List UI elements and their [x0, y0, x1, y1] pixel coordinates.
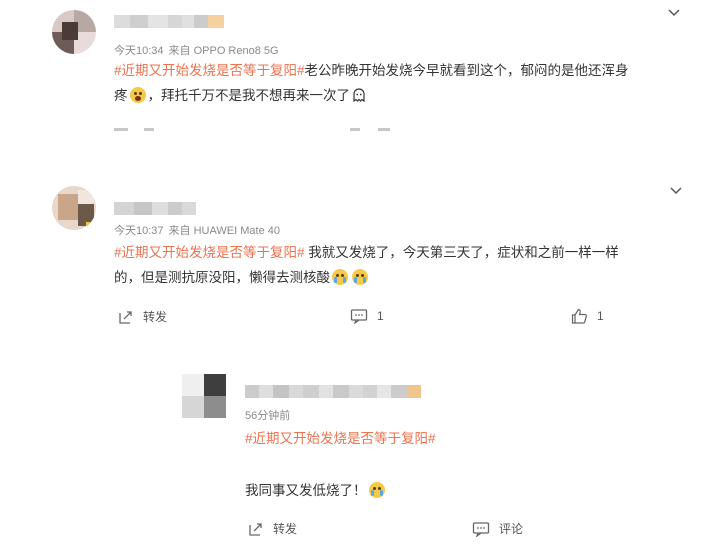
hashtag-link[interactable]: #近期又开始发烧是否等于复阳#	[245, 431, 436, 446]
like-button[interactable]: 1	[571, 308, 604, 324]
reply-body: 我同事又发低烧了！	[245, 478, 685, 503]
username-blurred[interactable]	[114, 15, 224, 28]
repost-icon	[249, 522, 262, 536]
truncated-actions-row	[114, 127, 694, 133]
reply-time: 56分钟前	[245, 410, 291, 422]
chevron-down-icon[interactable]	[668, 182, 684, 198]
repost-button[interactable]: 转发	[248, 520, 297, 537]
comment-body: #近期又开始发烧是否等于复阳# 我就又发烧了，今天第三天了，症状和之前一样一样 …	[114, 245, 619, 285]
ghost-icon	[353, 88, 365, 102]
comment-button[interactable]: 评论	[472, 520, 523, 537]
comment-button[interactable]: 1	[350, 308, 384, 324]
thumbs-up-icon	[571, 308, 587, 324]
comment-icon	[350, 309, 368, 324]
comment-1: 今天10:34 来自 OPPO Reno8 5G #近期又开始发烧是否等于复阳#老…	[0, 0, 715, 150]
avatar[interactable]	[52, 186, 96, 230]
device-source: 来自 HUAWEI Mate 40	[168, 225, 280, 237]
emoji-shocked-icon	[129, 87, 146, 103]
emoji-crying-icon	[368, 482, 385, 498]
comment-icon	[472, 521, 490, 537]
emoji-crying-icon	[352, 269, 368, 285]
emoji-crying-icon	[332, 269, 348, 285]
reply: 56分钟前 #近期又开始发烧是否等于复阳# 我同事又发低烧了！ 转发 评论	[0, 360, 715, 549]
hashtag-link[interactable]: #近期又开始发烧是否等于复阳#	[114, 63, 305, 78]
reply-hashtag-line: #近期又开始发烧是否等于复阳#	[245, 426, 685, 451]
comment-2: 今天10:37 来自 HUAWEI Mate 40 #近期又开始发烧是否等于复阳#…	[0, 178, 715, 338]
repost-icon	[119, 310, 132, 324]
hashtag-link[interactable]: #近期又开始发烧是否等于复阳#	[114, 245, 305, 260]
repost-button[interactable]: 转发	[118, 308, 167, 325]
username-blurred[interactable]	[114, 202, 196, 215]
username-blurred[interactable]	[245, 385, 421, 398]
avatar[interactable]	[52, 10, 96, 54]
chevron-down-icon[interactable]	[666, 4, 682, 20]
avatar[interactable]	[182, 374, 226, 418]
comment-meta: 今天10:34 来自 OPPO Reno8 5G	[114, 42, 279, 58]
device-source: 来自 OPPO Reno8 5G	[168, 45, 279, 57]
timestamp: 今天10:34	[114, 45, 164, 57]
timestamp: 今天10:37	[114, 225, 164, 237]
comment-body: #近期又开始发烧是否等于复阳#老公昨晚开始发烧今早就看到这个，郁闷的是他还浑身 …	[114, 63, 629, 103]
comment-meta: 今天10:37 来自 HUAWEI Mate 40	[114, 222, 280, 238]
